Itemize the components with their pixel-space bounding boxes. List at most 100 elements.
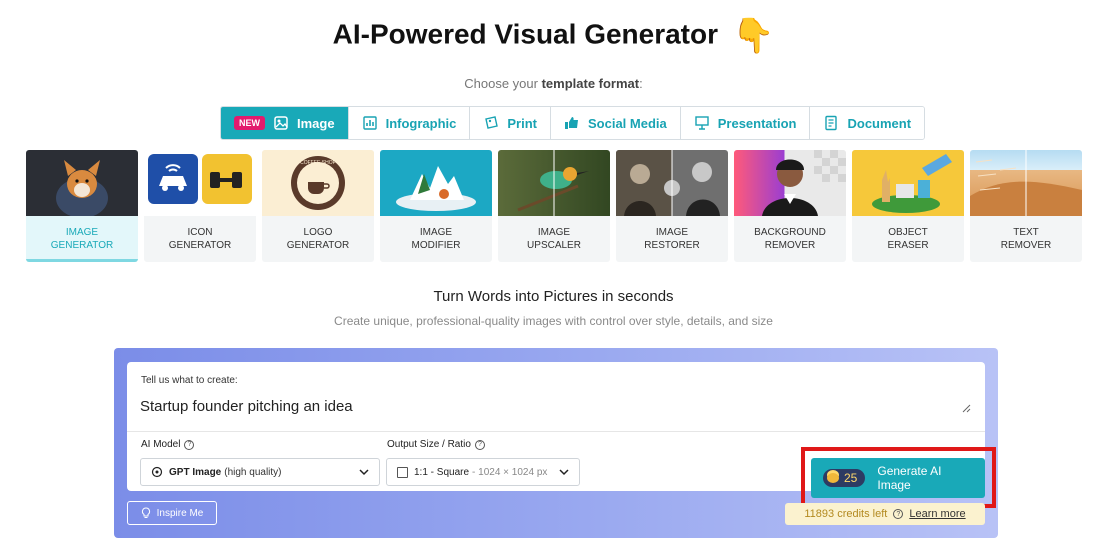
tool-image-modifier[interactable]: IMAGE MODIFIER [380,150,492,262]
size-select[interactable]: 1:1 - Square - 1024 × 1024 px [386,458,580,486]
cost-pill: 25 [823,469,866,487]
document-icon [825,115,838,131]
generate-button[interactable]: 25 Generate AI Image [811,458,985,498]
tool-label-line1: IMAGE [655,227,689,238]
lightbulb-icon [141,507,150,518]
tab-print[interactable]: Print [470,107,551,139]
corgi-thumbnail [26,150,138,216]
tool-label: IMAGE GENERATOR [26,216,138,259]
tool-label-line1: ICON [187,227,213,238]
model-select[interactable]: GPT Image (high quality) [140,458,380,486]
tab-image[interactable]: NEW Image [221,107,349,139]
tool-image-restorer[interactable]: IMAGE RESTORER [616,150,728,262]
text-remover-thumbnail [970,150,1082,216]
tab-label: Presentation [717,115,797,131]
tool-label-line2: MODIFIER [411,240,461,251]
tool-label-line1: TEXT [1013,227,1039,238]
chevron-down-icon [559,469,569,476]
size-note: - 1024 × 1024 px [472,466,548,478]
tab-label: Document [847,115,912,131]
section-title: Turn Words into Pictures in seconds [433,288,674,305]
eraser-thumbnail [852,150,964,216]
model-label: AI Model ? [141,439,195,450]
tool-label-line2: RESTORER [644,240,700,251]
divider [127,431,985,432]
tool-object-eraser[interactable]: OBJECT ERASER [852,150,964,262]
format-tabs: NEW Image Infographic Print Social Media… [220,106,926,140]
inspire-button[interactable]: Inspire Me [127,501,217,525]
tool-label-line1: IMAGE [537,227,571,238]
section-subtitle: Create unique, professional-quality imag… [334,314,773,328]
credits-info: 11893 credits left ? Learn more [785,503,985,525]
tab-presentation[interactable]: Presentation [680,107,811,139]
tool-label: BACKGROUND REMOVER [734,216,846,262]
tool-label-line1: BACKGROUND [754,227,826,238]
restorer-thumbnail [616,150,728,216]
tool-label: ICON GENERATOR [144,216,256,262]
coin-icon [827,473,839,483]
format-subtitle: Choose your template format: [0,76,1107,91]
resize-handle-icon[interactable] [962,404,971,413]
tab-document[interactable]: Document [810,107,925,139]
learn-more-link[interactable]: Learn more [909,508,965,520]
tool-label-line1: OBJECT [888,227,928,238]
upscaler-thumbnail [498,150,610,216]
inspire-label: Inspire Me [156,507,204,519]
tool-label-line2: REMOVER [1000,240,1052,251]
subtitle-bold: template format [541,76,640,91]
openai-icon [151,466,163,478]
image-icon [274,116,288,130]
tool-label-line2: REMOVER [764,240,816,251]
tab-infographic[interactable]: Infographic [348,107,471,139]
tool-image-generator[interactable]: IMAGE GENERATOR [26,150,138,262]
chevron-down-icon [359,469,369,476]
tool-logo-generator[interactable]: COFFEE SHOP LOGO GENERATOR [262,150,374,262]
square-ratio-icon [397,466,408,478]
logo-thumbnail: COFFEE SHOP [262,150,374,216]
tool-text-remover[interactable]: TEXT REMOVER [970,150,1082,262]
presentation-icon [695,116,709,130]
tool-label: OBJECT ERASER [852,216,964,262]
modifier-thumbnail [380,150,492,216]
new-badge: NEW [234,116,265,130]
help-icon[interactable]: ? [893,509,904,519]
thumbs-up-icon [564,117,578,129]
icons-thumbnail [144,150,256,216]
bg-remover-thumbnail [734,150,846,216]
tool-label: LOGO GENERATOR [262,216,374,262]
prompt-input[interactable] [140,395,970,417]
generator-panel: Tell us what to create: AI Model ? GPT I… [114,348,998,538]
page-title-text: AI-Powered Visual Generator [332,18,719,50]
model-value: GPT Image [169,466,222,478]
tool-background-remover[interactable]: BACKGROUND REMOVER [734,150,846,262]
size-label: Output Size / Ratio ? [387,439,485,450]
tool-label: TEXT REMOVER [970,216,1082,262]
tool-image-upscaler[interactable]: IMAGE UPSCALER [498,150,610,262]
generate-label: Generate AI Image [877,464,942,492]
tool-label-line2: GENERATOR [168,240,232,251]
tool-label-line2: ERASER [887,240,929,251]
size-value: 1:1 - Square [414,466,470,478]
tool-icon-generator[interactable]: ICON GENERATOR [144,150,256,262]
tool-label-line2: GENERATOR [286,240,350,251]
tab-social-media[interactable]: Social Media [550,107,681,139]
tool-label: IMAGE MODIFIER [380,216,492,262]
tool-label-line1: IMAGE [419,227,453,238]
tab-label: Image [297,115,335,131]
tab-label: Print [507,115,537,131]
page-title: AI-Powered Visual Generator 👇 [0,16,1107,56]
help-icon[interactable]: ? [184,439,195,450]
print-icon [485,116,499,129]
help-icon[interactable]: ? [474,439,485,450]
prompt-label: Tell us what to create: [141,375,238,386]
prompt-card: Tell us what to create: AI Model ? GPT I… [127,362,996,508]
tool-label-line1: IMAGE [65,227,99,238]
tab-label: Infographic [385,115,457,131]
model-note: (high quality) [224,466,282,478]
tool-label-line1: LOGO [303,227,333,238]
subtitle-prefix: Choose your [464,76,538,91]
tool-label: IMAGE UPSCALER [498,216,610,262]
size-label-text: Output Size / Ratio [387,439,471,450]
tool-label: IMAGE RESTORER [616,216,728,262]
model-label-text: AI Model [141,439,181,450]
